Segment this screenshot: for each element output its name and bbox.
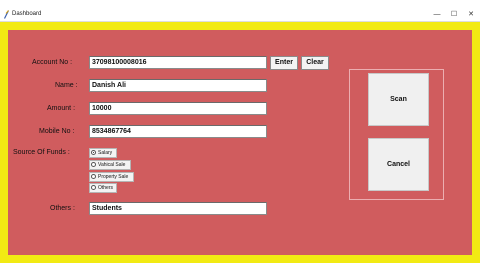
radio-salary[interactable]: Salary bbox=[89, 148, 117, 158]
amount-label: Amount : bbox=[47, 105, 76, 112]
account-label: Account No : bbox=[32, 59, 73, 66]
letterbox-top bbox=[0, 0, 480, 8]
radio-others[interactable]: Others bbox=[89, 183, 117, 193]
account-input[interactable]: 37098100008016 bbox=[89, 56, 267, 69]
radio-unselected-icon bbox=[91, 184, 96, 190]
maximize-icon[interactable]: ☐ bbox=[447, 9, 461, 20]
radio-vahical-sale-label: Vahical Sale bbox=[98, 162, 126, 168]
name-label: Name : bbox=[55, 82, 78, 89]
radio-selected-icon bbox=[91, 149, 96, 155]
close-icon[interactable]: ✕ bbox=[464, 9, 478, 20]
cancel-button[interactable]: Cancel bbox=[368, 138, 429, 191]
others-label: Others : bbox=[50, 205, 75, 212]
amount-input[interactable]: 10000 bbox=[89, 102, 267, 115]
source-label: Source Of Funds : bbox=[13, 149, 70, 156]
letterbox-bottom bbox=[0, 263, 480, 270]
radio-others-label: Others bbox=[98, 185, 114, 191]
scan-button[interactable]: Scan bbox=[368, 73, 429, 126]
clear-button[interactable]: Clear bbox=[301, 56, 329, 70]
radio-vahical-sale[interactable]: Vahical Sale bbox=[89, 160, 131, 170]
title-bar: Dashboard — ☐ ✕ bbox=[0, 8, 480, 22]
minimize-icon[interactable]: — bbox=[430, 9, 444, 20]
enter-button[interactable]: Enter bbox=[270, 56, 298, 70]
radio-property-sale[interactable]: Property Sale bbox=[89, 172, 134, 182]
others-input[interactable]: Students bbox=[89, 202, 267, 215]
mobile-label: Mobile No : bbox=[39, 128, 75, 135]
name-input[interactable]: Danish Ali bbox=[89, 79, 267, 92]
radio-salary-label: Salary bbox=[98, 150, 113, 156]
radio-property-sale-label: Property Sale bbox=[98, 174, 129, 180]
radio-unselected-icon bbox=[91, 173, 96, 179]
feather-icon bbox=[3, 10, 10, 19]
window-title: Dashboard bbox=[12, 11, 42, 17]
radio-unselected-icon bbox=[91, 161, 96, 167]
mobile-input[interactable]: 8534867764 bbox=[89, 125, 267, 138]
